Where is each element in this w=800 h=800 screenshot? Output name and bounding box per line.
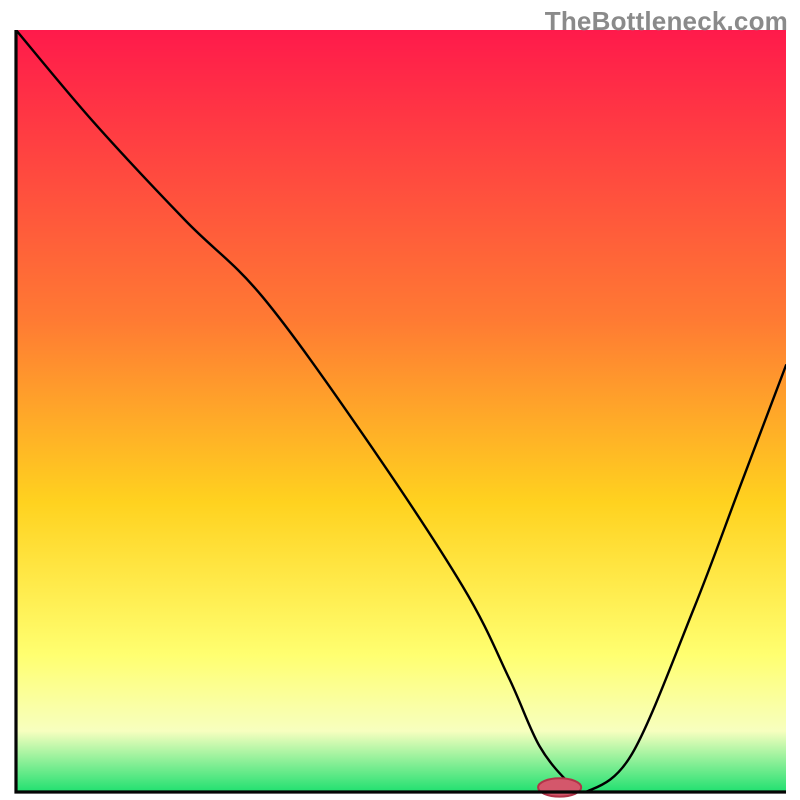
chart-svg [0, 0, 800, 800]
watermark-label: TheBottleneck.com [545, 6, 788, 37]
plot-background [16, 30, 786, 792]
optimum-marker [538, 778, 581, 796]
chart-stage: TheBottleneck.com [0, 0, 800, 800]
